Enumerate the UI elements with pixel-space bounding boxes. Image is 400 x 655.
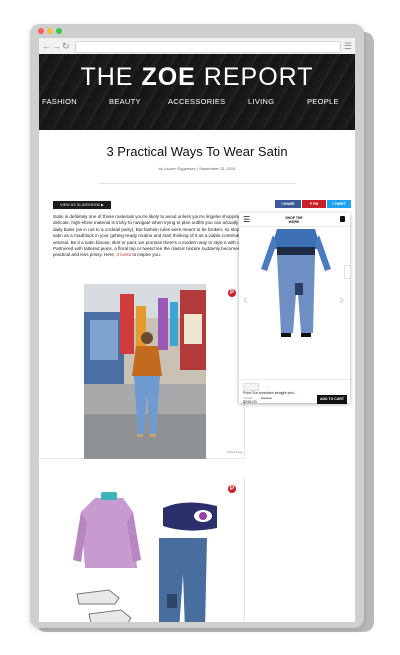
add-to-cart-button[interactable]: ADD TO CART bbox=[317, 395, 347, 404]
shopping-bag-icon[interactable] bbox=[340, 216, 345, 222]
article-byline: by Lauren Eggertsen | September 23, 2015 bbox=[158, 166, 236, 171]
next-arrow-icon[interactable]: › bbox=[339, 291, 344, 307]
address-row: ← → ↻ ☰ bbox=[39, 38, 355, 54]
logo-the: THE bbox=[80, 63, 142, 91]
view-as-slideshow-button[interactable]: VIEW AS SLIDESHOW ▶ bbox=[53, 201, 111, 209]
url-bar[interactable] bbox=[75, 41, 341, 53]
pinterest-icon[interactable]: P bbox=[228, 289, 236, 297]
previous-arrow-icon[interactable]: ‹ bbox=[243, 291, 248, 307]
article-body: Satin is definitely one of those materia… bbox=[53, 214, 267, 259]
nav-accessories[interactable]: ACCESSORIES bbox=[168, 97, 225, 106]
nav-fashion[interactable]: FASHION bbox=[42, 97, 77, 106]
site-header: THE ZOE REPORT FASHION BEAUTY ACCESSORIE… bbox=[39, 54, 355, 130]
widget-side-tab[interactable] bbox=[344, 265, 350, 279]
pinterest-pin-label: PIN bbox=[312, 202, 319, 206]
original-price: $135.00 bbox=[261, 396, 272, 400]
looks-link[interactable]: 3 looks bbox=[116, 252, 131, 257]
nav-people[interactable]: PEOPLE bbox=[307, 97, 339, 106]
twitter-tweet-label: TWEET bbox=[334, 202, 346, 206]
reload-icon[interactable]: ↻ bbox=[62, 40, 70, 52]
nav-beauty[interactable]: BEAUTY bbox=[109, 97, 141, 106]
product-model-image[interactable] bbox=[259, 229, 333, 341]
back-arrow-icon[interactable]: ← bbox=[42, 40, 51, 52]
minimize-dot[interactable] bbox=[47, 28, 53, 34]
slideshow-label: VIEW AS SLIDESHOW bbox=[60, 203, 100, 207]
product-thumbnail[interactable] bbox=[243, 383, 259, 391]
look-1-street-photo[interactable] bbox=[84, 284, 206, 459]
maximize-dot[interactable] bbox=[56, 28, 62, 34]
logo-zoe: ZOE bbox=[141, 63, 196, 91]
photo-credit: Street Peep bbox=[227, 450, 243, 454]
product-price: $298.00 bbox=[243, 400, 257, 404]
look-2-card: P bbox=[39, 478, 245, 622]
title-divider bbox=[99, 183, 295, 184]
facebook-share-button[interactable]: f SHARE bbox=[275, 200, 301, 208]
shop-the-look-widget: ☰ SHOP THE WORK ‹ › Point Sur shredded s… bbox=[239, 213, 350, 404]
look-1-card: P Street Peep bbox=[39, 282, 245, 459]
pinterest-icon[interactable]: P bbox=[228, 485, 236, 493]
pinterest-pin-button[interactable]: P PIN bbox=[302, 200, 326, 208]
shop-menu-icon[interactable]: ☰ bbox=[243, 215, 250, 224]
close-dot[interactable] bbox=[38, 28, 44, 34]
forward-arrow-icon[interactable]: → bbox=[52, 40, 61, 52]
widget-divider bbox=[239, 379, 350, 380]
site-logo[interactable]: THE ZOE REPORT bbox=[39, 63, 355, 92]
twitter-tweet-button[interactable]: t TWEET bbox=[327, 200, 351, 208]
shop-widget-header: ☰ SHOP THE WORK bbox=[239, 213, 350, 227]
hamburger-menu-icon[interactable]: ☰ bbox=[344, 40, 352, 52]
look-2-product-collage[interactable] bbox=[67, 482, 237, 622]
shop-widget-logo: SHOP THE WORK bbox=[285, 216, 303, 224]
body-text-end: to inspire you. bbox=[131, 252, 161, 258]
body-text-start: Satin is definitely one of those materia… bbox=[53, 214, 265, 258]
window-titlebar bbox=[30, 24, 364, 38]
nav-living[interactable]: LIVING bbox=[248, 97, 274, 106]
article-title: 3 Practical Ways To Wear Satin bbox=[106, 144, 288, 159]
facebook-share-label: SHARE bbox=[283, 202, 295, 206]
main-nav: FASHION BEAUTY ACCESSORIES LIVING PEOPLE bbox=[39, 97, 355, 109]
product-name[interactable]: Point Sur shredded straight selv... bbox=[243, 391, 297, 395]
logo-report: REPORT bbox=[195, 63, 314, 91]
browser-window: ← → ↻ ☰ THE ZOE REPORT FASHION BEAUTY AC… bbox=[30, 24, 364, 628]
web-page: THE ZOE REPORT FASHION BEAUTY ACCESSORIE… bbox=[39, 54, 355, 622]
